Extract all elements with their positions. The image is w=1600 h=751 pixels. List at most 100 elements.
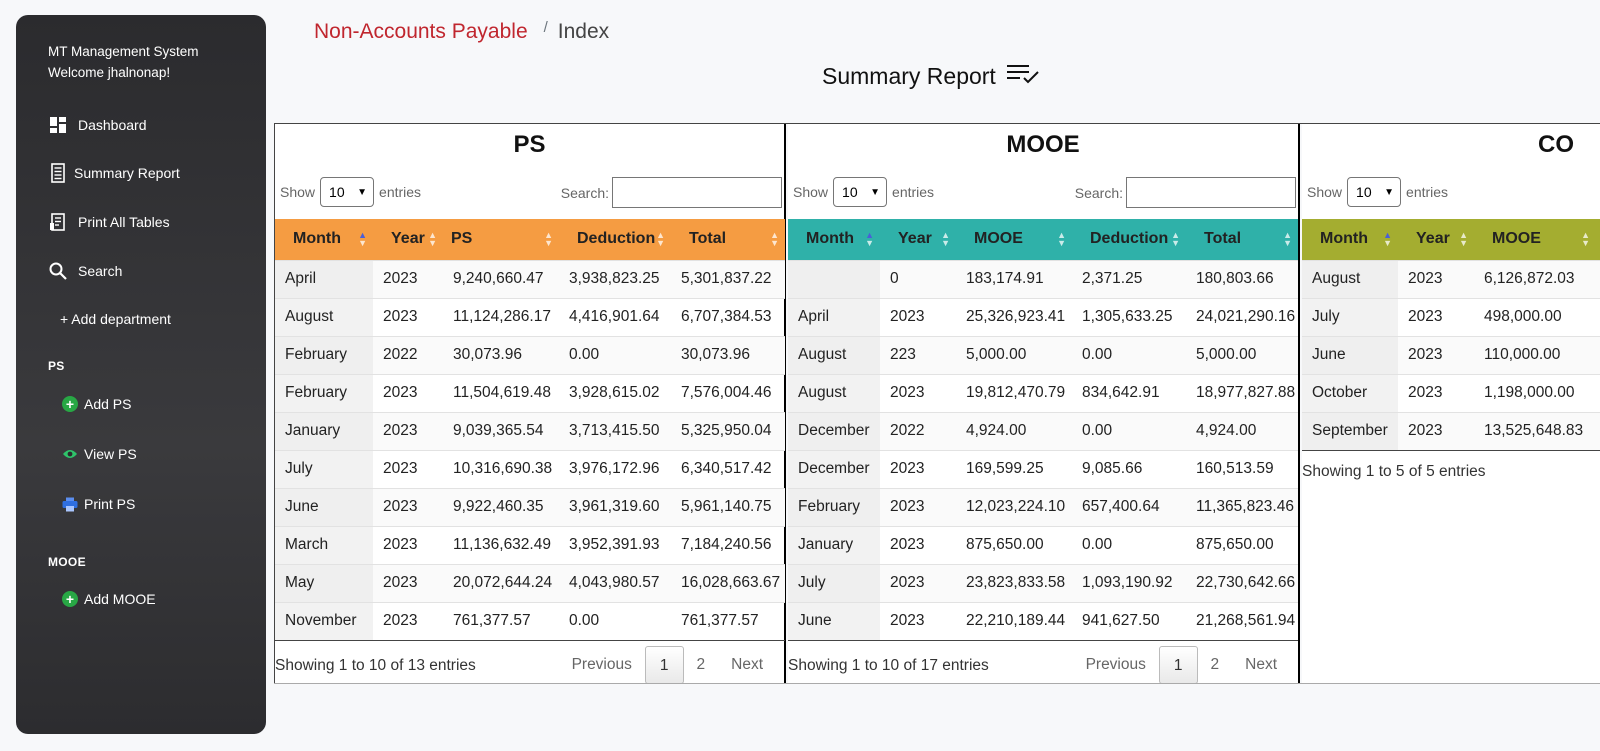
sidebar-item-label: Print All Tables xyxy=(78,214,170,230)
entries-select[interactable]: 10 ▼ xyxy=(833,177,888,207)
sidebar-item-add-ps[interactable]: + Add PS xyxy=(62,396,131,412)
column-header[interactable]: Year ▲ ▼ xyxy=(880,219,956,260)
table-cell: 0 xyxy=(880,259,956,298)
table-cell: 2023 xyxy=(880,297,956,336)
entries-select[interactable]: 10 ▼ xyxy=(320,177,375,207)
sort-icon: ▲ ▼ xyxy=(1581,230,1590,248)
column-header[interactable]: Deduction ▲ ▼ xyxy=(1072,219,1186,260)
table-search: Search: xyxy=(561,177,782,208)
table-row: August 2023 19,812,470.79 834,642.91 18,977,… xyxy=(788,373,1298,412)
page-button[interactable]: 2 xyxy=(1198,646,1233,684)
sidebar-item-view-ps[interactable]: View PS xyxy=(62,446,137,462)
table-cell: 0.00 xyxy=(1072,335,1186,374)
breadcrumb-link[interactable]: Non-Accounts Payable xyxy=(314,20,528,44)
column-header[interactable]: PS ▲ ▼ xyxy=(443,219,559,260)
table-cell: 13,525,648.83 xyxy=(1474,411,1596,451)
table-cell: 657,400.64 xyxy=(1072,487,1186,526)
table-cell: 9,039,365.54 xyxy=(443,411,559,450)
previous-button[interactable]: Previous xyxy=(559,646,645,684)
sort-icon: ▲ ▼ xyxy=(544,230,553,248)
show-label: Show xyxy=(280,184,316,200)
table-cell: 23,823,833.58 xyxy=(956,563,1072,602)
page-button[interactable]: 1 xyxy=(1158,645,1198,683)
table-cell: 2023 xyxy=(1398,373,1474,412)
table-cell: July xyxy=(1302,297,1398,336)
co-panel: CO Show 10 ▼ entries Month ▲ ▼ Year ▲ ▼ MOOE ▲… xyxy=(1302,124,1600,683)
table-footer: Showing 1 to 5 of 5 entries xyxy=(1302,451,1600,495)
sort-icon: ▲ ▼ xyxy=(1171,230,1180,248)
sidebar-item-dashboard[interactable]: Dashboard xyxy=(48,115,147,135)
table-cell: January xyxy=(275,411,373,450)
table-cell: 3,976,172.96 xyxy=(559,449,671,488)
table-cell-cut xyxy=(1596,373,1600,412)
table-cell xyxy=(788,259,880,298)
report-panels: PS Show 10 ▼ entries Search: Month ▲ ▼ Year… xyxy=(274,123,1600,684)
previous-button[interactable]: Previous xyxy=(1073,646,1159,684)
sidebar-item-add-department[interactable]: + Add department xyxy=(60,311,171,327)
column-header-label: Year xyxy=(391,230,425,248)
table-cell: 11,504,619.48 xyxy=(443,373,559,412)
printer-icon xyxy=(62,496,78,512)
column-header[interactable]: Total ▲ ▼ xyxy=(1186,219,1298,260)
table-cell: 7,184,240.56 xyxy=(671,525,785,564)
search-input[interactable] xyxy=(612,177,782,208)
sidebar-item-label: Add MOOE xyxy=(84,591,156,607)
column-header[interactable]: Year ▲ ▼ xyxy=(1398,219,1474,260)
table-cell: 22,730,642.66 xyxy=(1186,563,1298,602)
page-title-text: Summary Report xyxy=(822,62,996,89)
column-header[interactable]: Year ▲ ▼ xyxy=(373,219,443,260)
panel-title: CO xyxy=(1538,131,1574,158)
table-cell: 5,000.00 xyxy=(956,335,1072,374)
sort-icon: ▲ ▼ xyxy=(865,230,874,248)
page-button[interactable]: 2 xyxy=(684,646,719,684)
column-header-cut xyxy=(1596,219,1600,260)
column-header[interactable]: Month ▲ ▼ xyxy=(275,219,373,260)
table-cell: 21,268,561.94 xyxy=(1186,601,1298,641)
table-cell: July xyxy=(275,449,373,488)
table-cell: 2023 xyxy=(1398,259,1474,298)
column-header[interactable]: MOOE ▲ ▼ xyxy=(1474,219,1596,260)
search-icon xyxy=(48,261,68,281)
table-cell: August xyxy=(788,335,880,374)
table-cell: 2023 xyxy=(880,563,956,602)
column-header[interactable]: Month ▲ ▼ xyxy=(788,219,880,260)
entries-label: entries xyxy=(892,184,935,200)
table-cell: 7,576,004.46 xyxy=(671,373,785,412)
breadcrumb-separator: / xyxy=(543,19,548,36)
column-header[interactable]: Month ▲ ▼ xyxy=(1302,219,1398,260)
sidebar-item-label: View PS xyxy=(84,446,137,462)
sort-icon: ▲ ▼ xyxy=(941,230,950,248)
column-header[interactable]: MOOE ▲ ▼ xyxy=(956,219,1072,260)
table-controls: Show 10 ▼ entries Search: xyxy=(275,161,784,219)
column-header-label: Deduction xyxy=(1090,230,1169,248)
document-icon xyxy=(48,163,68,183)
sidebar-item-add-mooe[interactable]: + Add MOOE xyxy=(62,591,156,607)
table-cell: 30,073.96 xyxy=(443,335,559,374)
table-cell: December xyxy=(788,411,880,450)
entries-select[interactable]: 10 ▼ xyxy=(1347,177,1402,207)
column-header-label: MOOE xyxy=(974,230,1023,248)
table-cell: August xyxy=(788,373,880,412)
sidebar-item-label: Print PS xyxy=(84,496,136,512)
column-header[interactable]: Total ▲ ▼ xyxy=(671,219,785,260)
table-row: June 2023 9,922,460.35 3,961,319.60 5,961,14… xyxy=(275,487,785,526)
table-info: Showing 1 to 10 of 13 entries xyxy=(275,656,476,674)
pagination: Previous 1 2 Next xyxy=(559,645,776,684)
sidebar-item-summary-report[interactable]: Summary Report xyxy=(48,163,180,183)
page-button[interactable]: 1 xyxy=(644,645,684,683)
sidebar-item-print-all-tables[interactable]: Print All Tables xyxy=(48,212,170,232)
table-row: July 2023 498,000.00 xyxy=(1302,297,1600,336)
next-button[interactable]: Next xyxy=(1232,646,1290,684)
table-cell: October xyxy=(1302,373,1398,412)
table-cell: 2023 xyxy=(1398,335,1474,374)
search-input[interactable] xyxy=(1126,177,1296,208)
table-cell: 3,952,391.93 xyxy=(559,525,671,564)
column-header-label: Month xyxy=(293,230,341,248)
sidebar-item-search[interactable]: Search xyxy=(48,261,122,281)
next-button[interactable]: Next xyxy=(718,646,776,684)
breadcrumb-current: Index xyxy=(557,20,610,43)
column-header[interactable]: Deduction ▲ ▼ xyxy=(559,219,671,260)
table-cell: 22,210,189.44 xyxy=(956,601,1072,641)
table-cell: April xyxy=(788,297,880,336)
sidebar-item-print-ps[interactable]: Print PS xyxy=(62,496,135,512)
